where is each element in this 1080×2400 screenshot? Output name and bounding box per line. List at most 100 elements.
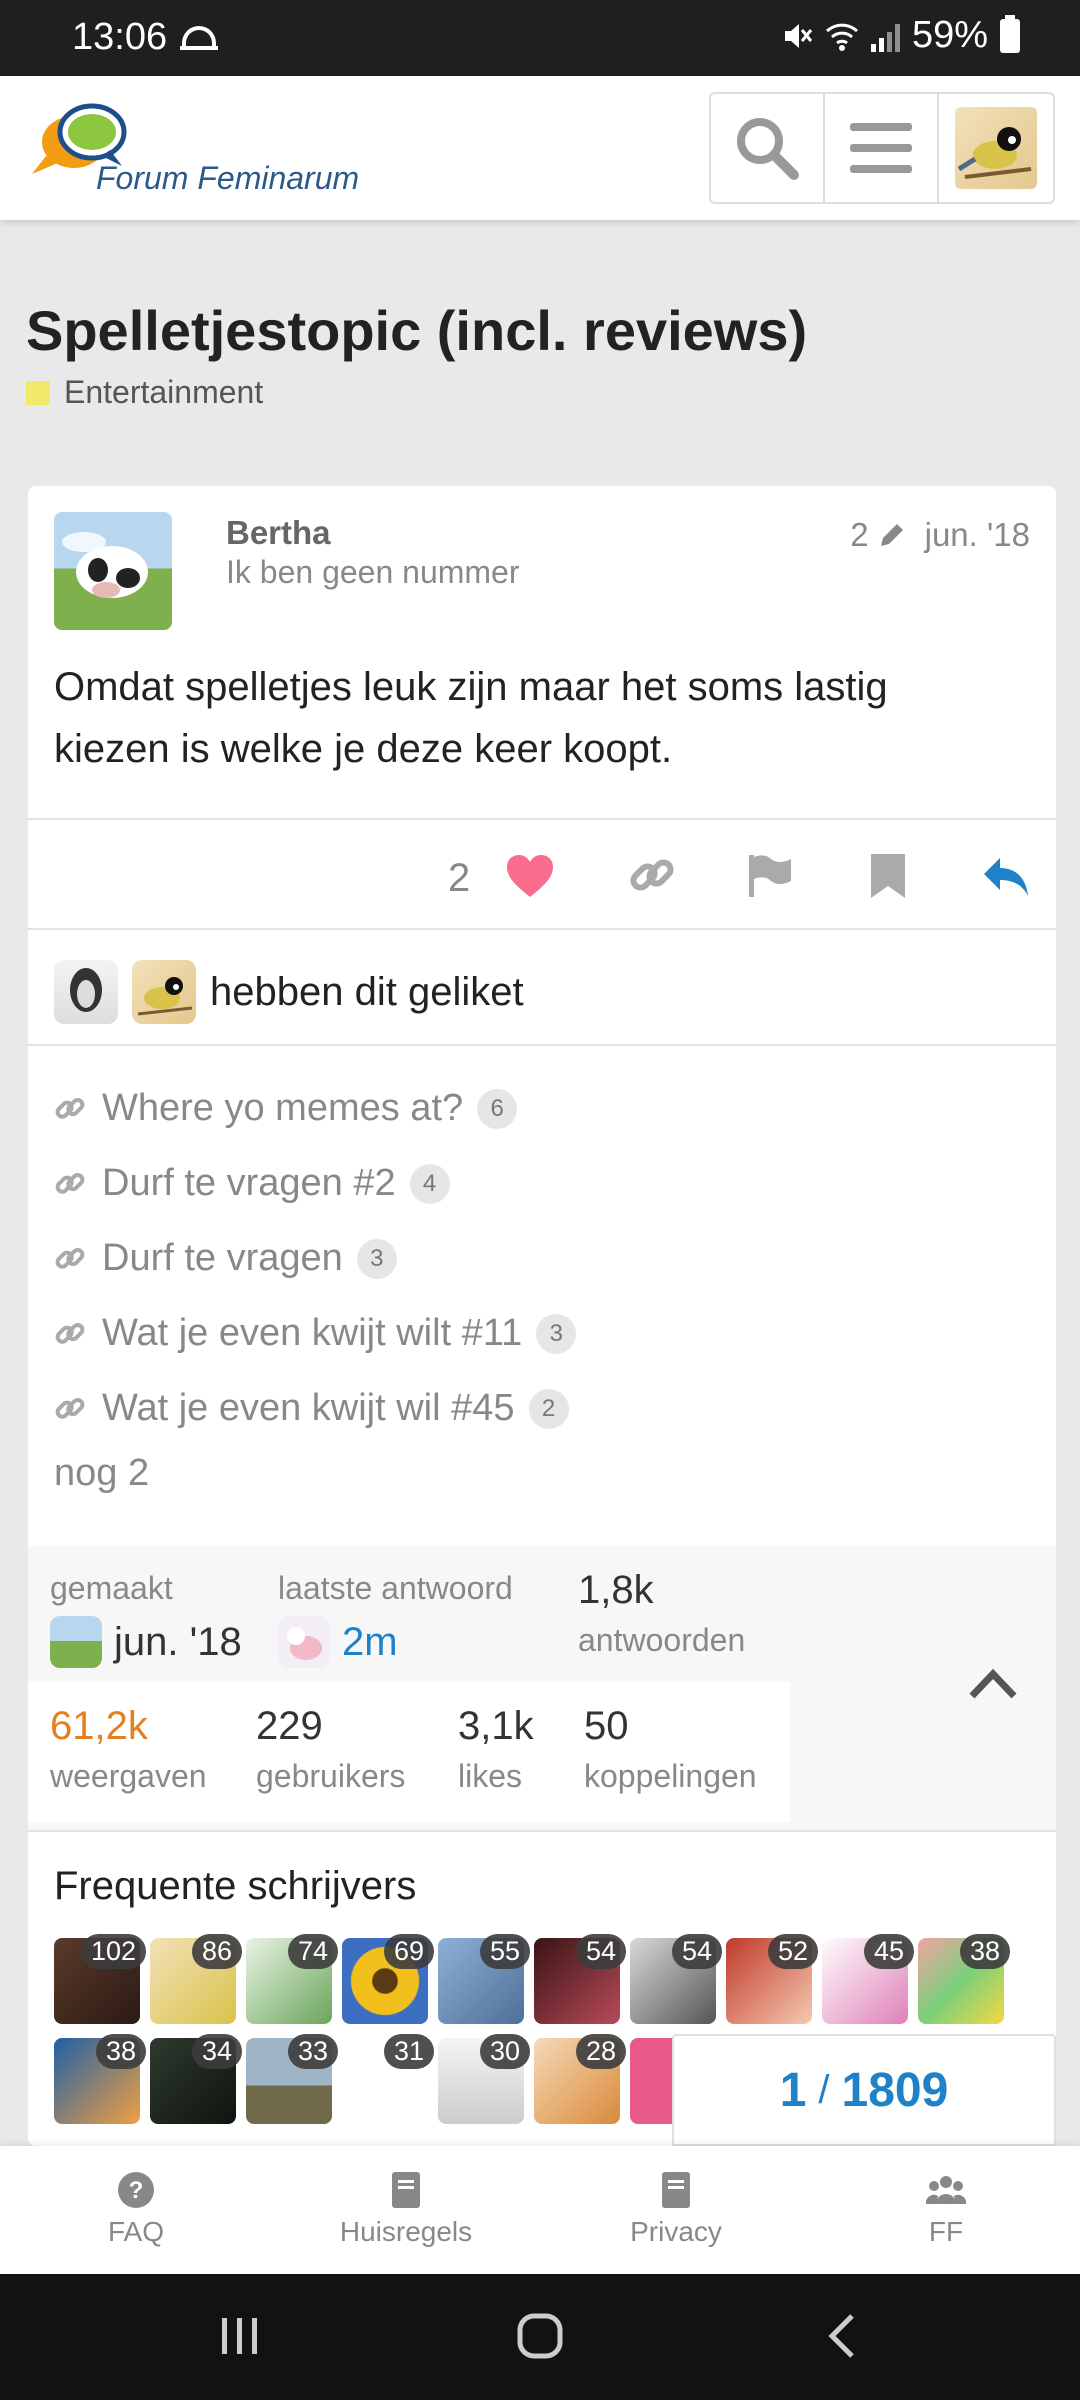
post-count: 86 [191, 1934, 242, 1969]
post-count: 45 [863, 1934, 914, 1969]
post-count: 38 [95, 2034, 146, 2069]
topic-link[interactable]: Where yo memes at? 6 [54, 1071, 576, 1146]
last-reply-info[interactable]: 2m [278, 1616, 398, 1668]
svg-text:?: ? [129, 2177, 144, 2204]
hamburger-icon [850, 123, 912, 173]
menu-button[interactable] [825, 94, 939, 202]
poster-avatar[interactable]: 38 [918, 1934, 1010, 2024]
post-count: 31 [383, 2034, 434, 2069]
topic-link-title: Wat je even kwijt wilt #11 [102, 1312, 523, 1354]
post-count: 38 [959, 1934, 1010, 1969]
poster-avatar[interactable]: 54 [534, 1934, 626, 2024]
status-icons: 59% [779, 14, 1020, 57]
post-actions: 2 [28, 818, 1056, 928]
topic-links: Where yo memes at? 6 Durf te vragen #2 4 D… [54, 1071, 577, 1446]
poster-avatar[interactable]: 45 [822, 1934, 914, 2024]
liker-avatar[interactable] [132, 960, 196, 1024]
header-buttons [709, 92, 1055, 204]
post-username[interactable]: Bertha [226, 514, 331, 552]
liker-avatar[interactable] [54, 960, 118, 1024]
footer-faq[interactable]: ? FAQ [36, 2170, 236, 2248]
footer-privacy[interactable]: Privacy [576, 2170, 776, 2248]
poster-avatar[interactable]: 74 [246, 1934, 338, 2024]
topic-link-title: Durf te vragen #2 [102, 1162, 396, 1204]
book-icon [392, 2172, 420, 2208]
link-icon [55, 1247, 85, 1269]
poster-avatar[interactable]: 69 [342, 1934, 434, 2024]
topic-link[interactable]: Wat je even kwijt wil #45 2 [54, 1371, 576, 1446]
share-link-button[interactable] [624, 848, 680, 904]
site-header: Forum Feminarum [0, 76, 1080, 220]
footer-ff-label: FF [928, 2216, 964, 2247]
poster-avatar[interactable]: 33 [246, 2034, 338, 2124]
frequent-posters-title: Frequente schrijvers [54, 1864, 417, 1908]
last-poster-avatar [278, 1616, 330, 1668]
links-value: 50 [584, 1704, 629, 1748]
collapse-map-button[interactable] [968, 1666, 1018, 1705]
home-icon[interactable] [516, 2312, 564, 2360]
topic-link-title: Where yo memes at? [102, 1087, 464, 1129]
pencil-icon [880, 524, 903, 546]
poster-avatar[interactable]: 34 [150, 2034, 242, 2124]
topic-link[interactable]: Wat je even kwijt wilt #11 3 [54, 1296, 577, 1371]
category-color-swatch [26, 380, 50, 405]
topic-map: gemaakt jun. '18 laatste antwoord 2m 1,8… [28, 1546, 1056, 1830]
user-avatar-button[interactable] [939, 94, 1053, 202]
post-count: 54 [671, 1934, 722, 1969]
bird-avatar [954, 107, 1037, 189]
poster-avatar[interactable]: 28 [534, 2034, 626, 2124]
logo-text: Forum Feminarum [96, 160, 360, 196]
like-count[interactable]: 2 [448, 856, 470, 901]
bookmark-icon [871, 854, 905, 898]
links-label: koppelingen [584, 1758, 757, 1794]
status-bar: 13:06 59% [0, 0, 1080, 76]
link-icon [55, 1397, 85, 1419]
post-count: 54 [575, 1934, 626, 1969]
category-badge[interactable]: Entertainment [26, 374, 263, 411]
topic-link[interactable]: Durf te vragen 3 [54, 1221, 576, 1296]
likes-label: likes [458, 1758, 523, 1794]
poster-avatar[interactable]: 86 [150, 1934, 242, 2024]
link-icon [55, 1097, 85, 1119]
click-count: 3 [356, 1238, 397, 1279]
click-count: 3 [536, 1313, 577, 1354]
reply-button[interactable] [978, 848, 1034, 904]
recent-apps-icon[interactable] [216, 2312, 264, 2360]
poster-avatar[interactable]: 31 [342, 2034, 434, 2124]
back-icon[interactable] [820, 2312, 868, 2360]
mute-icon [784, 23, 813, 48]
footer-ff[interactable]: FF [846, 2170, 1046, 2248]
topic-title[interactable]: Spelletjestopic (incl. reviews) [26, 298, 807, 363]
users-icon [926, 2176, 966, 2204]
post-author-avatar[interactable] [54, 512, 172, 630]
search-button[interactable] [711, 94, 825, 202]
created-label: gemaakt [50, 1570, 173, 1606]
poster-avatar[interactable]: 102 [54, 1934, 146, 2024]
topic-progress[interactable]: 1 / 1809 [672, 2034, 1056, 2146]
created-info[interactable]: jun. '18 [50, 1616, 242, 1668]
cloud-icon [180, 26, 218, 50]
replies-value: 1,8k [578, 1568, 654, 1612]
footer-rules[interactable]: Huisregels [306, 2170, 506, 2248]
bookmark-button[interactable] [860, 848, 916, 904]
topic-link[interactable]: Durf te vragen #2 4 [54, 1146, 576, 1221]
poster-avatar[interactable]: 30 [438, 2034, 530, 2124]
divider [28, 1830, 1056, 1832]
post-body: Omdat spelletjes leuk zijn maar het soms… [54, 665, 888, 771]
status-time: 13:06 [72, 16, 168, 58]
more-links-button[interactable]: nog 2 [54, 1452, 149, 1495]
poster-avatar[interactable]: 52 [726, 1934, 818, 2024]
flag-button[interactable] [742, 848, 798, 904]
post-meta: 2 jun. '18 [850, 516, 1030, 554]
poster-avatar[interactable]: 55 [438, 1934, 530, 2024]
divider [28, 1044, 1056, 1046]
like-button[interactable] [502, 848, 558, 904]
progress-current: 1 [779, 2063, 807, 2117]
users-value: 229 [256, 1704, 323, 1748]
views-label: weergaven [50, 1758, 207, 1794]
edit-history-button[interactable]: 2 [850, 516, 906, 554]
post-date[interactable]: jun. '18 [925, 516, 1030, 554]
poster-avatar[interactable]: 54 [630, 1934, 722, 2024]
poster-avatar[interactable]: 38 [54, 2034, 146, 2124]
book-icon [662, 2172, 690, 2208]
